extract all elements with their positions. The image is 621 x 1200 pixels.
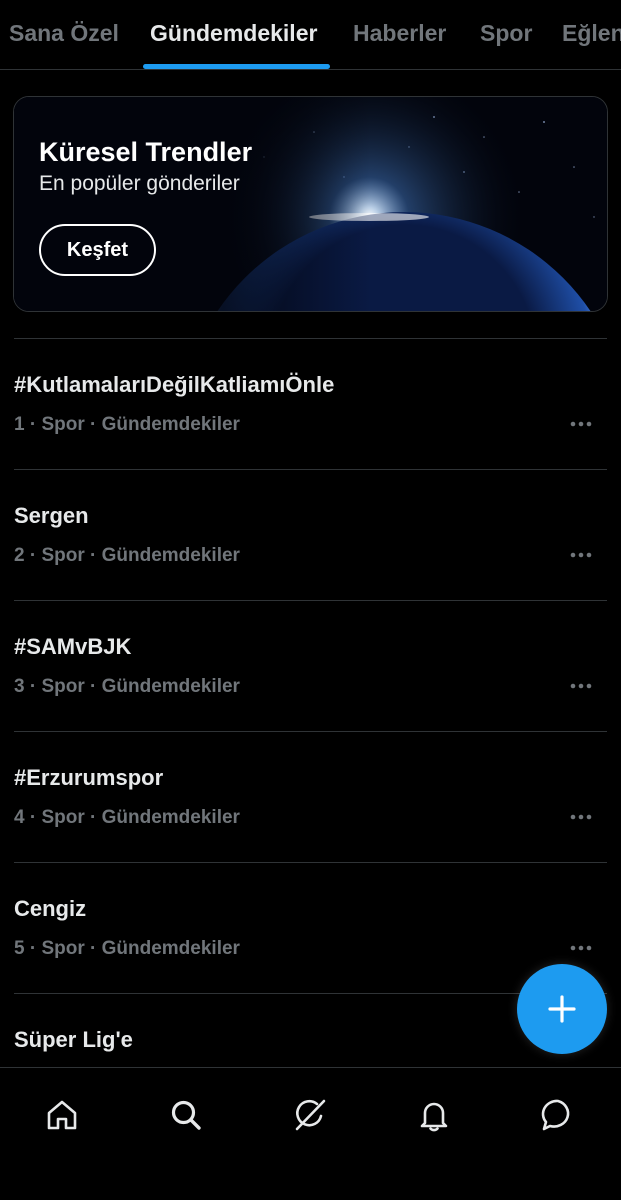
tab-news[interactable]: Haberler <box>353 20 446 47</box>
tab-for-you[interactable]: Sana Özel <box>9 20 119 47</box>
trend-name: Süper Lig'e <box>14 1027 133 1052</box>
home-icon <box>47 1100 77 1130</box>
trend-name: Cengiz <box>14 896 87 921</box>
trend-meta: 2 · Spor · Gündemdekiler <box>14 545 240 566</box>
bell-icon <box>420 1102 448 1132</box>
more-options-icon[interactable] <box>569 548 593 562</box>
top-tab-bar: Sana Özel Gündemdekiler Haberler Spor Eğ… <box>0 0 621 70</box>
banner-subtitle: En popüler gönderiler <box>39 172 240 195</box>
trend-name: #Erzurumspor <box>14 765 164 790</box>
banner-title: Küresel Trendler <box>39 137 253 167</box>
explore-button[interactable]: Keşfet <box>39 224 156 276</box>
trend-meta: 3 · Spor · Gündemdekiler <box>14 676 240 697</box>
earth-image <box>14 97 607 311</box>
active-tab-indicator <box>143 64 330 69</box>
trend-meta: 1 · Spor · Gündemdekiler <box>14 414 240 435</box>
trend-name: Sergen <box>14 503 89 528</box>
more-options-icon[interactable] <box>569 941 593 955</box>
trend-item[interactable]: #SAMvBJK 3 · Spor · Gündemdekiler <box>14 600 607 731</box>
trend-item[interactable]: Cengiz 5 · Spor · Gündemdekiler <box>14 862 607 993</box>
search-icon <box>171 1100 201 1130</box>
tab-sports[interactable]: Spor <box>480 20 532 47</box>
nav-grok-button[interactable] <box>285 1090 335 1140</box>
nav-messages-button[interactable] <box>533 1090 583 1140</box>
tab-trending[interactable]: Gündemdekiler <box>150 20 317 47</box>
nav-explore-button[interactable] <box>161 1090 211 1140</box>
trend-meta: 4 · Spor · Gündemdekiler <box>14 807 240 828</box>
nav-home-button[interactable] <box>37 1090 87 1140</box>
grok-icon <box>295 1099 326 1131</box>
compose-post-button[interactable] <box>517 964 607 1054</box>
trend-item[interactable]: #Erzurumspor 4 · Spor · Gündemdekiler <box>14 731 607 862</box>
tab-entertainment[interactable]: Eğlen <box>562 20 621 47</box>
messages-icon <box>541 1099 570 1131</box>
more-options-icon[interactable] <box>569 417 593 431</box>
plus-icon <box>548 995 576 1023</box>
trend-item[interactable]: #KutlamalarıDeğilKatliamıÖnle 1 · Spor ·… <box>14 338 607 469</box>
bottom-navigation-bar <box>0 1067 621 1200</box>
trend-name: #SAMvBJK <box>14 634 132 659</box>
trend-name: #KutlamalarıDeğilKatliamıÖnle <box>14 372 335 397</box>
trend-item[interactable]: Sergen 2 · Spor · Gündemdekiler <box>14 469 607 600</box>
more-options-icon[interactable] <box>569 679 593 693</box>
nav-notifications-button[interactable] <box>409 1090 459 1140</box>
more-options-icon[interactable] <box>569 810 593 824</box>
trend-meta: 5 · Spor · Gündemdekiler <box>14 938 240 959</box>
global-trends-banner[interactable]: Küresel Trendler En popüler gönderiler K… <box>13 96 608 312</box>
